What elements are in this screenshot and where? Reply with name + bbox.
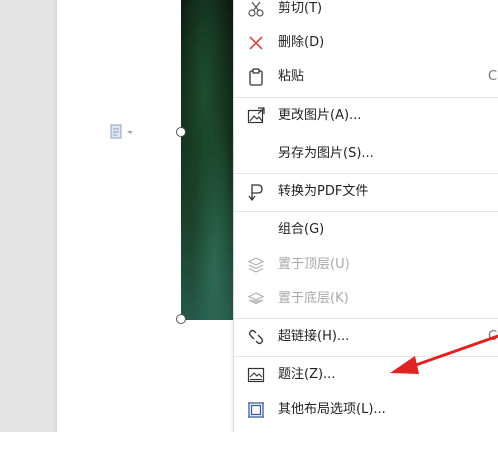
link-icon (246, 327, 266, 347)
menu-item-label: 删除(D) (278, 35, 325, 50)
menu-item-label: 组合(G) (278, 222, 325, 237)
menu-item-label: 题注(Z)... (278, 367, 336, 382)
menu-separator (234, 211, 498, 212)
menu-item-label: 置于底层(K) (278, 291, 349, 306)
menu-item-paste[interactable]: 粘贴 C (234, 60, 498, 94)
menu-item-send-to-bottom[interactable]: 置于底层(K) (234, 282, 498, 316)
page-margin-background (0, 0, 57, 432)
pdf-convert-icon (246, 182, 266, 202)
menu-item-label: 更改图片(A)... (278, 108, 362, 123)
menu-item-label: 超链接(H)... (278, 329, 350, 344)
menu-item-convert-pdf[interactable]: 转换为PDF文件 (234, 175, 498, 209)
menu-item-label: 其他布局选项(L)... (278, 402, 386, 417)
annotation-arrow-icon (390, 334, 498, 374)
selected-picture[interactable] (181, 0, 241, 320)
scissors-icon (246, 0, 266, 19)
menu-item-delete[interactable]: 删除(D) (234, 26, 498, 60)
bring-front-icon (246, 255, 266, 275)
menu-item-layout-options[interactable]: 其他布局选项(L)... (234, 393, 498, 427)
x-icon (246, 33, 266, 53)
menu-separator (234, 173, 498, 174)
menu-item-label: 另存为图片(S)... (278, 146, 374, 161)
menu-item-bring-to-top[interactable]: 置于顶层(U) (234, 248, 498, 282)
change-image-icon (246, 106, 266, 126)
menu-separator (234, 97, 498, 98)
menu-item-label: 转换为PDF文件 (278, 184, 369, 199)
menu-item-cut[interactable]: 剪切(T) (234, 0, 498, 26)
menu-item-label: 剪切(T) (278, 1, 323, 16)
menu-item-group[interactable]: 组合(G) (234, 213, 498, 247)
bottom-margin (0, 432, 498, 450)
caption-icon (246, 365, 266, 385)
menu-item-change-picture[interactable]: 更改图片(A)... (234, 99, 498, 133)
layout-icon (246, 400, 266, 420)
paragraph-options-icon[interactable] (110, 124, 138, 140)
send-back-icon (246, 289, 266, 309)
shortcut-text: C (488, 69, 498, 84)
menu-item-save-as-picture[interactable]: 另存为图片(S)... (234, 137, 498, 171)
menu-item-label: 置于顶层(U) (278, 257, 350, 272)
resize-handle-left-middle[interactable] (176, 127, 186, 137)
clipboard-icon (246, 67, 266, 87)
resize-handle-bottom-left[interactable] (176, 314, 186, 324)
menu-item-label: 粘贴 (278, 69, 305, 84)
